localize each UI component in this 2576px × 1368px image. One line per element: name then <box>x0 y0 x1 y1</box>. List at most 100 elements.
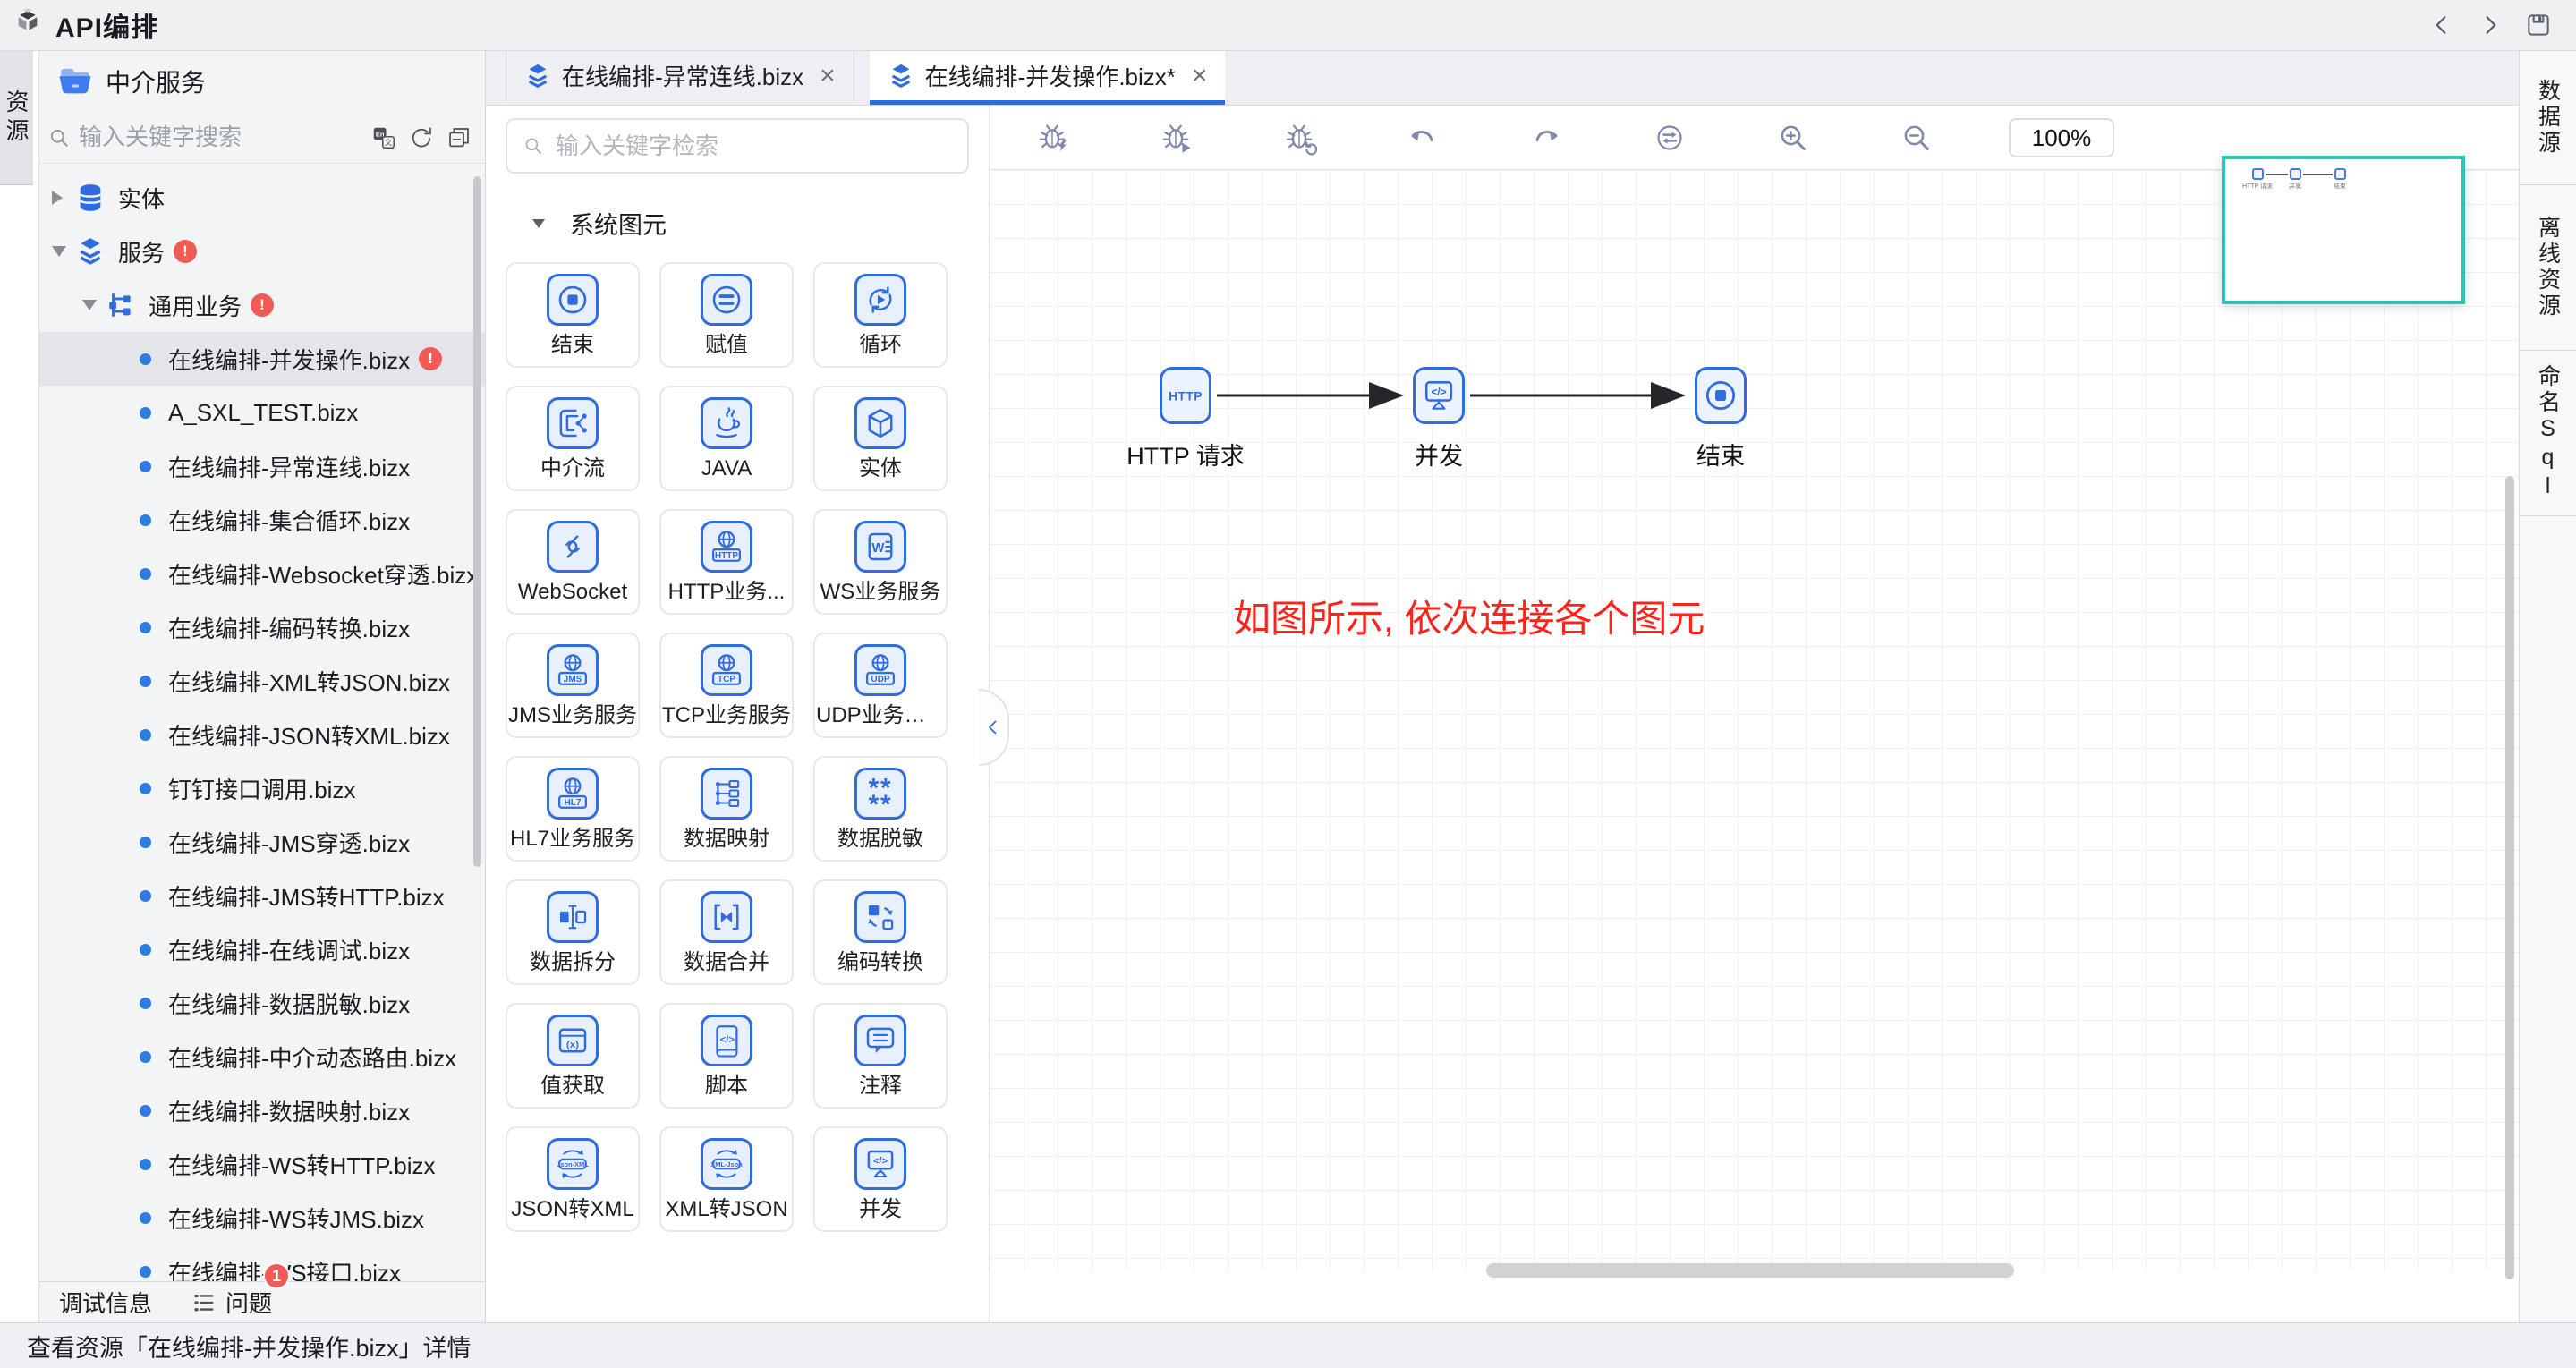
tree-item-label: 在线编排-并发操作.bizx <box>168 343 410 376</box>
minimap[interactable]: HTTP 请求并发结束 <box>2222 156 2465 304</box>
palette-item[interactable]: UDPUDP业务服务 <box>813 633 948 738</box>
chevron-down-icon[interactable] <box>52 246 75 257</box>
right-strip-tab-数据源[interactable]: 数据源 <box>2520 51 2576 185</box>
tree-item[interactable]: 在线编排-WS接口.bizx <box>39 1245 485 1281</box>
tree-item[interactable]: A_SXL_TEST.bizx <box>39 386 485 439</box>
tree-item[interactable]: 在线编排-数据映射.bizx <box>39 1083 485 1137</box>
tree-item[interactable]: 在线编排-数据脱敏.bizx <box>39 976 485 1030</box>
tree-item[interactable]: 在线编排-异常连线.bizx <box>39 439 485 493</box>
udp-service-icon: UDP <box>854 644 906 696</box>
palette-section-header[interactable]: 系统图元 <box>486 174 989 262</box>
palette-item[interactable]: 编码转换 <box>813 879 948 985</box>
palette-item-label: XML转JSON <box>665 1191 787 1222</box>
debug-run-icon[interactable] <box>1158 120 1194 156</box>
close-icon[interactable]: × <box>1192 63 1208 89</box>
tree-item[interactable]: 在线编排-Websocket穿透.bizx <box>39 547 485 600</box>
tree-item[interactable]: 在线编排-WS转HTTP.bizx <box>39 1137 485 1191</box>
palette-item[interactable]: 数据合并 <box>659 879 794 985</box>
tree-item[interactable]: 在线编排-并发操作.bizx! <box>39 332 485 386</box>
flow-node[interactable]: HTTP <box>1160 367 1211 424</box>
file-bullet-icon <box>140 890 151 902</box>
tree-item[interactable]: 在线编排-JSON转XML.bizx <box>39 708 485 761</box>
sync-icon[interactable] <box>1652 120 1688 156</box>
undo-icon[interactable] <box>1405 120 1441 156</box>
palette-item[interactable]: ****数据脱敏 <box>813 756 948 862</box>
palette-item[interactable]: 结束 <box>506 262 640 368</box>
flow-node[interactable] <box>1695 367 1747 424</box>
tree-item[interactable]: 在线编排-编码转换.bizx <box>39 600 485 654</box>
flow-node[interactable]: </> <box>1413 367 1465 424</box>
app-logo-icon <box>11 8 45 42</box>
palette-item-label: WS业务服务 <box>820 574 941 605</box>
palette-item[interactable]: WWS业务服务 <box>813 509 948 615</box>
tree-item[interactable]: 实体 <box>39 171 485 225</box>
tree-item[interactable]: 通用业务! <box>39 278 485 332</box>
palette-search-input[interactable] <box>556 132 953 160</box>
palette-item[interactable]: HL7HL7业务服务 <box>506 756 640 862</box>
file-bullet-icon <box>140 837 151 848</box>
chevron-left-icon[interactable] <box>2427 11 2456 39</box>
canvas-horizontal-scrollbar[interactable] <box>1486 1263 2014 1278</box>
close-icon[interactable]: × <box>820 63 836 89</box>
zoom-level[interactable]: 100% <box>2009 118 2114 157</box>
zoom-out-icon[interactable] <box>1899 120 1934 156</box>
tree-scrollbar[interactable] <box>473 176 481 867</box>
palette-item[interactable]: Json-XMLJSON转XML <box>506 1126 640 1232</box>
redo-icon[interactable] <box>1528 120 1564 156</box>
debug-restart-icon[interactable] <box>1281 120 1317 156</box>
canvas-vertical-scrollbar[interactable] <box>2505 476 2514 1279</box>
tree-item[interactable]: 在线编排-JMS转HTTP.bizx <box>39 869 485 922</box>
palette-item[interactable]: TCPTCP业务服务 <box>659 633 794 738</box>
tree-item[interactable]: 在线编排-WS转JMS.bizx <box>39 1191 485 1245</box>
tree-item[interactable]: 在线编排-JMS穿透.bizx <box>39 815 485 869</box>
tree-item[interactable]: 服务! <box>39 225 485 278</box>
tree-item[interactable]: 在线编排-中介动态路由.bizx <box>39 1030 485 1083</box>
palette-item[interactable]: JAVA <box>659 386 794 491</box>
concurrent-icon: </> <box>854 1138 906 1190</box>
mediator-flow-icon <box>547 397 599 449</box>
tree-item[interactable]: 在线编排-集合循环.bizx <box>39 493 485 547</box>
palette-item[interactable]: 赋值 <box>659 262 794 368</box>
chevron-right-icon[interactable] <box>52 191 75 205</box>
palette-item[interactable]: 数据映射 <box>659 756 794 862</box>
bottom-tab-问题[interactable]: 问题1 <box>191 1286 272 1319</box>
palette-item[interactable]: 中介流 <box>506 386 640 491</box>
palette-item[interactable]: 注释 <box>813 1003 948 1109</box>
zoom-in-icon[interactable] <box>1775 120 1811 156</box>
save-icon[interactable] <box>2524 11 2553 39</box>
bottom-tab-调试信息[interactable]: 调试信息 <box>59 1286 152 1319</box>
translate-icon[interactable]: En文 <box>370 124 397 151</box>
palette-item[interactable]: WebSocket <box>506 509 640 615</box>
palette-section-title: 系统图元 <box>570 206 667 241</box>
tree-item[interactable]: 钉钉接口调用.bizx <box>39 761 485 815</box>
collapse-all-icon[interactable] <box>446 124 472 151</box>
palette-item[interactable]: 循环 <box>813 262 948 368</box>
palette-item[interactable]: XML-JsonXML转JSON <box>659 1126 794 1232</box>
tree-item[interactable]: 在线编排-XML转JSON.bizx <box>39 654 485 708</box>
tree-item-label: 在线编排-XML转JSON.bizx <box>168 665 450 698</box>
palette-item[interactable]: HTTPHTTP业务... <box>659 509 794 615</box>
palette-item[interactable]: (x)值获取 <box>506 1003 640 1109</box>
explorer-search-input[interactable] <box>79 123 363 151</box>
right-strip-tab-命名Sql[interactable]: 命名Sql <box>2520 351 2576 516</box>
doc-tab[interactable]: 在线编排-异常连线.bizx× <box>506 51 854 105</box>
encoding-convert-icon <box>854 891 906 943</box>
canvas[interactable]: 如图所示, 依次连接各个图元 HTTPHTTP 请求</>并发结束 <box>990 170 2519 1322</box>
tree-item[interactable]: 在线编排-在线调试.bizx <box>39 922 485 976</box>
explorer-bottom-tabs: 调试信息 问题1 <box>39 1281 485 1322</box>
chevron-down-icon[interactable] <box>82 300 106 310</box>
tree-item-label: 在线编排-编码转换.bizx <box>168 611 410 644</box>
palette-item-label: 脚本 <box>705 1067 748 1099</box>
palette-item[interactable]: 数据拆分 <box>506 879 640 985</box>
minimap-node <box>2252 168 2264 180</box>
chevron-right-icon[interactable] <box>2476 11 2504 39</box>
palette-item[interactable]: JMSJMS业务服务 <box>506 633 640 738</box>
debug-flash-icon[interactable] <box>1034 120 1070 156</box>
right-strip-tab-离线资源[interactable]: 离线资源 <box>2520 185 2576 351</box>
doc-tab[interactable]: 在线编排-并发操作.bizx*× <box>870 51 1226 105</box>
palette-item[interactable]: 实体 <box>813 386 948 491</box>
refresh-icon[interactable] <box>408 124 435 151</box>
palette-item[interactable]: </>脚本 <box>659 1003 794 1109</box>
palette-item[interactable]: </>并发 <box>813 1126 948 1232</box>
activity-tab-资源[interactable]: 资源 <box>0 51 33 185</box>
